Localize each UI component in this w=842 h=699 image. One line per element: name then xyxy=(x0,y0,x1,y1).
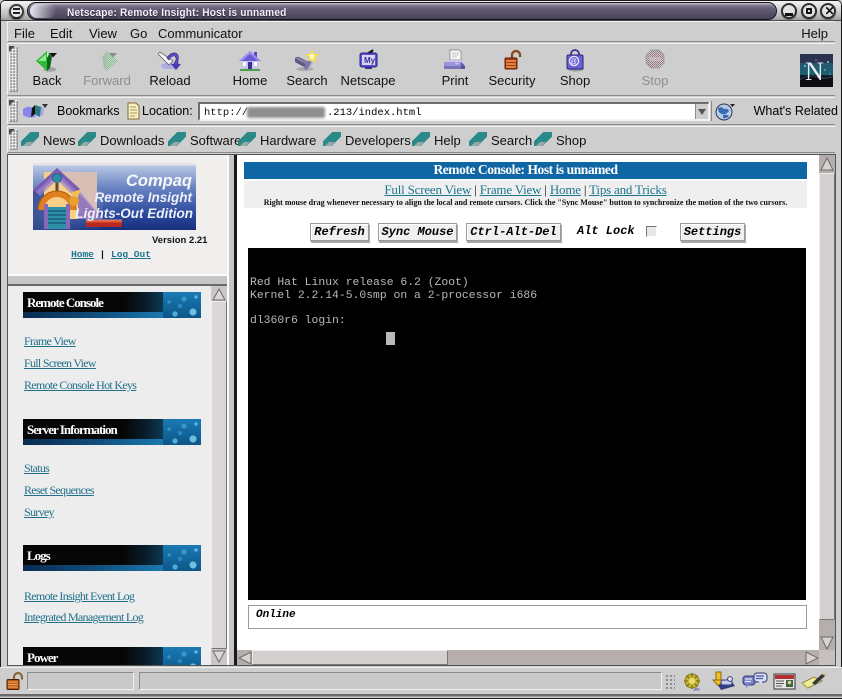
svg-text:@: @ xyxy=(571,58,577,68)
svg-text:Remote Insight: Remote Insight xyxy=(94,190,192,205)
svg-text:Compaq: Compaq xyxy=(126,172,192,190)
svg-text:N: N xyxy=(805,57,824,86)
svg-text:My: My xyxy=(364,56,376,65)
svg-text:Lights-Out Edition: Lights-Out Edition xyxy=(75,206,193,221)
